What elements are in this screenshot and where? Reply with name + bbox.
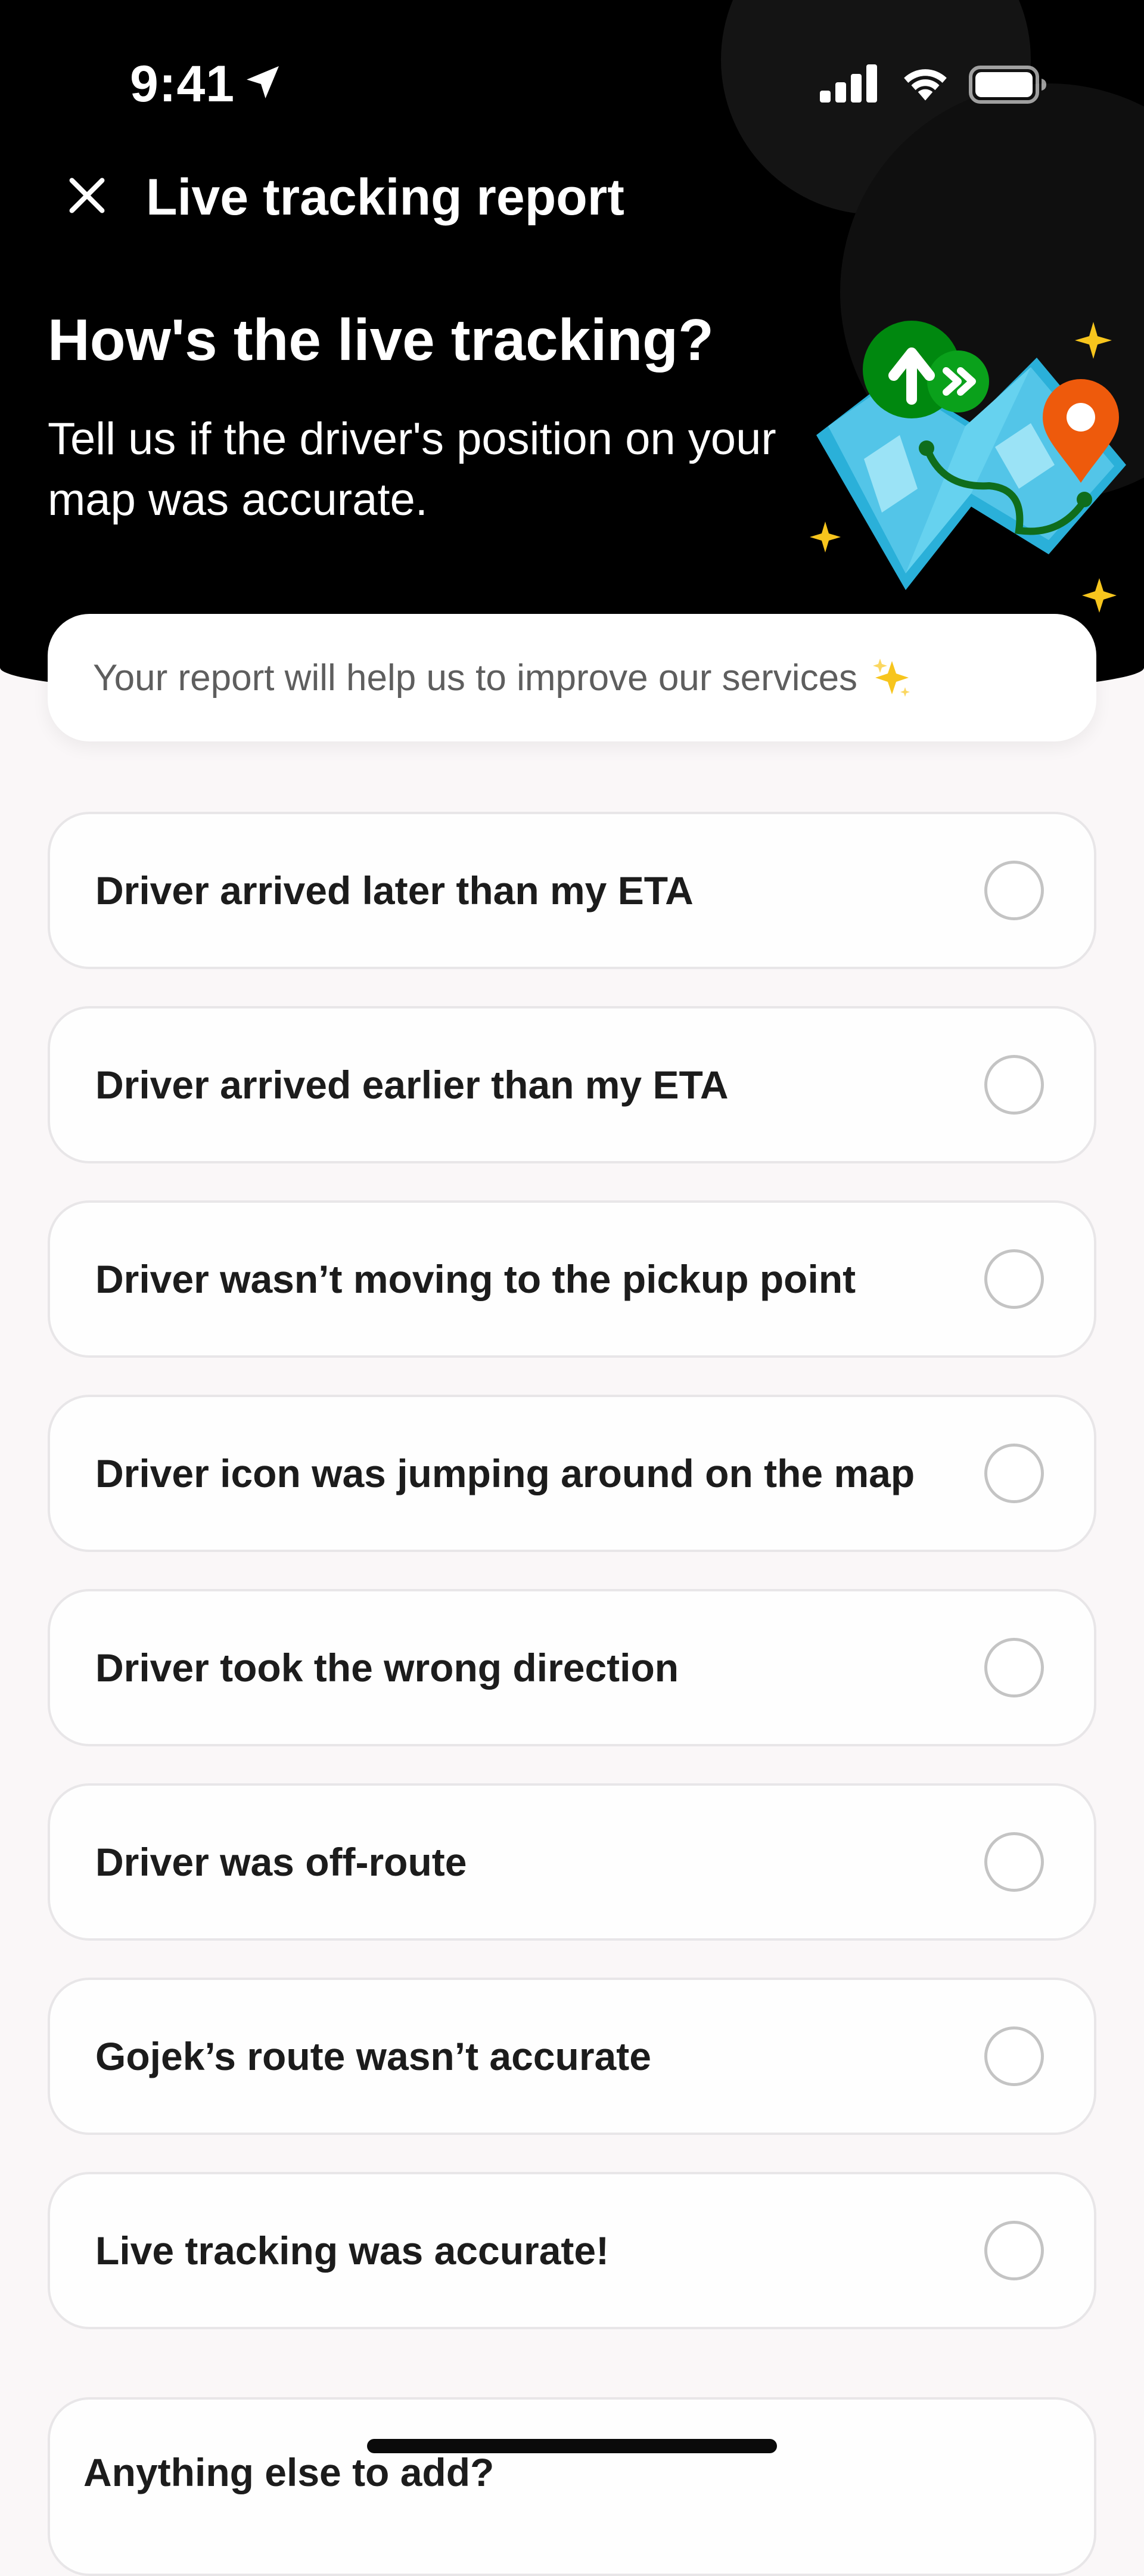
battery-icon — [969, 66, 1046, 104]
option-item[interactable]: Driver arrived later than my ETA — [48, 812, 1096, 969]
option-label: Driver was off-route — [95, 1840, 467, 1884]
info-banner-text: Your report will help us to improve our … — [93, 657, 858, 699]
close-icon — [69, 178, 105, 213]
radio-button[interactable] — [984, 2026, 1044, 2086]
close-button[interactable] — [57, 166, 117, 225]
radio-button[interactable] — [984, 2221, 1044, 2280]
status-bar: 9:41 — [0, 0, 1144, 167]
wifi-icon — [904, 69, 947, 101]
option-label: Driver took the wrong direction — [95, 1646, 679, 1690]
sparkles-icon — [873, 659, 910, 697]
option-item[interactable]: Driver was off-route — [48, 1783, 1096, 1941]
option-item[interactable]: Driver icon was jumping around on the ma… — [48, 1395, 1096, 1552]
option-label: Driver icon was jumping around on the ma… — [95, 1451, 915, 1495]
radio-button[interactable] — [984, 861, 1044, 920]
radio-button[interactable] — [984, 1638, 1044, 1697]
radio-button[interactable] — [984, 1055, 1044, 1115]
radio-button[interactable] — [984, 1832, 1044, 1892]
home-indicator[interactable] — [367, 2439, 777, 2453]
hero-heading: How's the live tracking? — [48, 307, 714, 373]
status-time: 9:41 — [130, 55, 235, 113]
option-item[interactable]: Gojek’s route wasn’t accurate — [48, 1978, 1096, 2135]
page-title: Live tracking report — [146, 169, 624, 226]
report-options-list: Driver arrived later than my ETA Driver … — [48, 812, 1096, 2366]
location-arrow-icon — [247, 66, 279, 98]
option-item[interactable]: Live tracking was accurate! — [48, 2172, 1096, 2329]
option-label: Gojek’s route wasn’t accurate — [95, 2034, 651, 2078]
option-label: Driver arrived earlier than my ETA — [95, 1063, 729, 1107]
map-tracking-illustration — [810, 321, 1126, 613]
additional-comments-card[interactable]: Anything else to add? — [48, 2397, 1096, 2576]
option-label: Driver arrived later than my ETA — [95, 868, 694, 913]
cellular-signal-icon — [820, 64, 877, 103]
info-banner: Your report will help us to improve our … — [48, 614, 1096, 741]
radio-button[interactable] — [984, 1249, 1044, 1309]
option-label: Driver wasn’t moving to the pickup point — [95, 1257, 856, 1301]
hero-subheading: Tell us if the driver's position on your… — [48, 414, 776, 525]
option-item[interactable]: Driver arrived earlier than my ETA — [48, 1006, 1096, 1163]
option-item[interactable]: Driver wasn’t moving to the pickup point — [48, 1200, 1096, 1358]
option-label: Live tracking was accurate! — [95, 2229, 610, 2273]
option-item[interactable]: Driver took the wrong direction — [48, 1589, 1096, 1746]
additional-comments-title: Anything else to add? — [83, 2450, 495, 2494]
radio-button[interactable] — [984, 1444, 1044, 1503]
header: 9:41 Live tracking report How's the live… — [0, 0, 1144, 703]
